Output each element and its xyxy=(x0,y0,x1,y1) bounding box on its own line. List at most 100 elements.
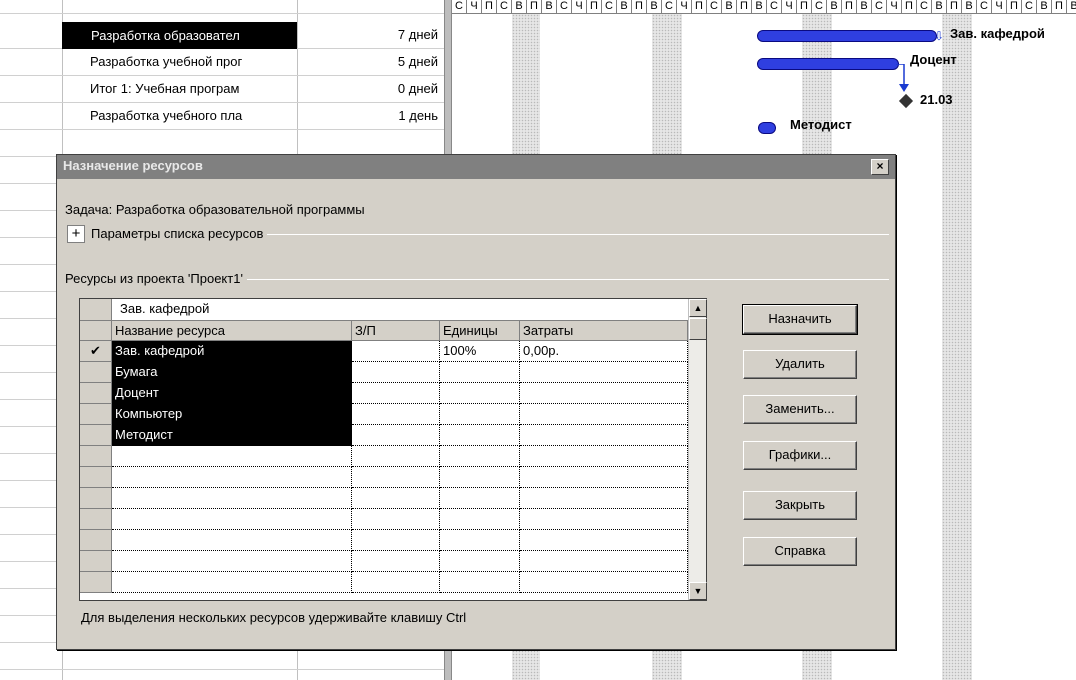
cost-cell[interactable] xyxy=(520,362,688,383)
gantt-bar[interactable] xyxy=(757,58,899,70)
rd-cell[interactable] xyxy=(352,488,440,509)
rd-cell[interactable] xyxy=(352,446,440,467)
row-header[interactable] xyxy=(80,446,112,467)
task-row[interactable] xyxy=(0,130,450,157)
rd-cell[interactable] xyxy=(352,509,440,530)
rd-cell[interactable] xyxy=(352,341,440,362)
empty-row[interactable] xyxy=(80,530,706,551)
cost-cell[interactable]: 0,00р. xyxy=(520,341,688,362)
row-header[interactable] xyxy=(80,509,112,530)
scroll-down-icon[interactable]: ▼ xyxy=(689,582,707,600)
units-cell[interactable] xyxy=(440,446,520,467)
empty-row[interactable] xyxy=(80,572,706,593)
assign-button[interactable]: Назначить xyxy=(742,304,858,335)
empty-row[interactable] xyxy=(80,509,706,530)
cost-cell[interactable] xyxy=(520,383,688,404)
scroll-thumb[interactable] xyxy=(689,318,707,340)
rd-cell[interactable] xyxy=(352,572,440,593)
rd-cell[interactable] xyxy=(352,467,440,488)
milestone-diamond-icon[interactable] xyxy=(898,93,914,109)
resource-name-cell[interactable] xyxy=(112,551,352,572)
graphs-button[interactable]: Графики... xyxy=(743,441,857,470)
resource-row[interactable]: Компьютер xyxy=(80,404,706,425)
resource-row[interactable]: Доцент xyxy=(80,383,706,404)
rd-cell[interactable] xyxy=(352,425,440,446)
rd-cell[interactable] xyxy=(352,362,440,383)
resource-row[interactable]: Бумага xyxy=(80,362,706,383)
task-duration[interactable]: 5 дней xyxy=(297,49,442,76)
column-header-units[interactable]: Единицы xyxy=(440,321,520,341)
units-cell[interactable]: 100% xyxy=(440,341,520,362)
row-header[interactable] xyxy=(80,467,112,488)
units-cell[interactable] xyxy=(440,572,520,593)
task-name[interactable]: Итог 1: Учебная програм xyxy=(62,76,297,103)
row-header[interactable] xyxy=(80,572,112,593)
edit-bar[interactable]: Зав. кафедрой xyxy=(80,299,706,321)
resource-name-cell[interactable] xyxy=(112,530,352,551)
task-row[interactable]: Разработка образовател 7 дней xyxy=(0,22,450,49)
replace-button[interactable]: Заменить... xyxy=(743,395,857,424)
row-header[interactable] xyxy=(80,383,112,404)
cost-cell[interactable] xyxy=(520,488,688,509)
units-cell[interactable] xyxy=(440,530,520,551)
vertical-scrollbar[interactable]: ▲ ▼ xyxy=(688,299,707,600)
units-cell[interactable] xyxy=(440,509,520,530)
expand-options-button[interactable]: + xyxy=(67,225,85,243)
help-button[interactable]: Справка xyxy=(743,537,857,566)
cost-cell[interactable] xyxy=(520,467,688,488)
units-cell[interactable] xyxy=(440,467,520,488)
column-header-rd[interactable]: З/П xyxy=(352,321,440,341)
task-row[interactable]: Итог 1: Учебная програм 0 дней xyxy=(0,76,450,103)
cost-cell[interactable] xyxy=(520,572,688,593)
units-cell[interactable] xyxy=(440,425,520,446)
gantt-bar[interactable] xyxy=(758,122,776,134)
task-name[interactable]: Разработка образовател xyxy=(62,22,297,49)
cost-cell[interactable] xyxy=(520,530,688,551)
rd-cell[interactable] xyxy=(352,404,440,425)
resource-row[interactable]: Методист xyxy=(80,425,706,446)
column-header-name[interactable]: Название ресурса xyxy=(112,321,352,341)
resource-name-cell[interactable] xyxy=(112,509,352,530)
resource-grid[interactable]: Зав. кафедрой Название ресурса З/П Едини… xyxy=(79,298,707,601)
close-icon[interactable]: × xyxy=(871,159,889,175)
cost-cell[interactable] xyxy=(520,425,688,446)
task-duration[interactable]: 7 дней xyxy=(297,22,442,49)
task-duration[interactable]: 0 дней xyxy=(297,76,442,103)
edit-bar-value[interactable]: Зав. кафедрой xyxy=(120,301,209,316)
units-cell[interactable] xyxy=(440,551,520,572)
rd-cell[interactable] xyxy=(352,551,440,572)
gantt-bar[interactable] xyxy=(757,30,937,42)
empty-row[interactable] xyxy=(80,446,706,467)
resource-name-cell[interactable]: Зав. кафедрой xyxy=(112,341,352,362)
row-header[interactable] xyxy=(80,362,112,383)
select-all-cell[interactable] xyxy=(80,299,112,320)
cost-cell[interactable] xyxy=(520,404,688,425)
resource-list-options-toggle[interactable]: Параметры списка ресурсов xyxy=(91,226,268,241)
empty-row[interactable] xyxy=(80,488,706,509)
column-header-cost[interactable]: Затраты xyxy=(520,321,688,341)
cost-cell[interactable] xyxy=(520,509,688,530)
empty-row[interactable] xyxy=(80,551,706,572)
cost-cell[interactable] xyxy=(520,551,688,572)
row-header[interactable] xyxy=(80,551,112,572)
resource-name-cell[interactable]: Компьютер xyxy=(112,404,352,425)
resource-name-cell[interactable]: Доцент xyxy=(112,383,352,404)
task-row[interactable]: Разработка учебного пла 1 день xyxy=(0,103,450,130)
resource-name-cell[interactable] xyxy=(112,572,352,593)
units-cell[interactable] xyxy=(440,404,520,425)
task-row[interactable]: Разработка учебной прог 5 дней xyxy=(0,49,450,76)
resource-name-cell[interactable] xyxy=(112,467,352,488)
row-header[interactable] xyxy=(80,404,112,425)
resource-name-cell[interactable]: Бумага xyxy=(112,362,352,383)
remove-button[interactable]: Удалить xyxy=(743,350,857,379)
resource-row[interactable]: ✔ Зав. кафедрой 100% 0,00р. xyxy=(80,341,706,362)
task-name[interactable]: Разработка учебной прог xyxy=(62,49,297,76)
task-duration[interactable]: 1 день xyxy=(297,103,442,130)
empty-row[interactable] xyxy=(80,467,706,488)
rd-cell[interactable] xyxy=(352,383,440,404)
resource-name-cell[interactable]: Методист xyxy=(112,425,352,446)
dialog-titlebar[interactable]: Назначение ресурсов × xyxy=(57,155,895,179)
units-cell[interactable] xyxy=(440,488,520,509)
cost-cell[interactable] xyxy=(520,446,688,467)
resource-name-cell[interactable] xyxy=(112,488,352,509)
